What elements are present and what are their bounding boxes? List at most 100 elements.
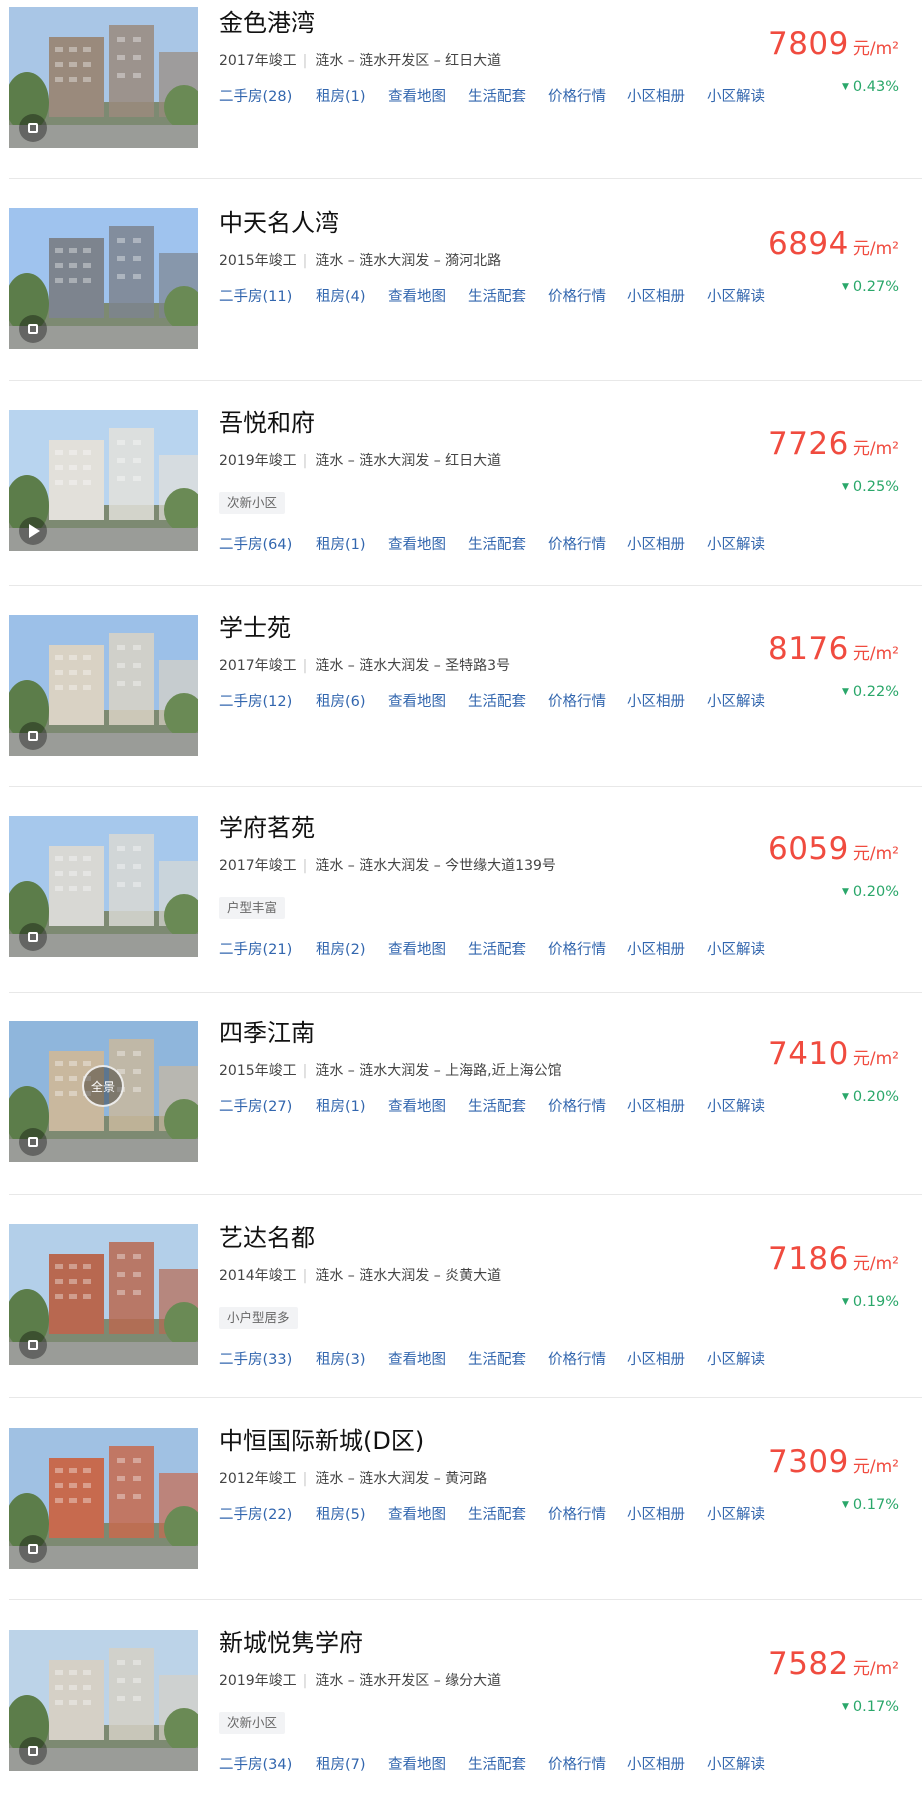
map-link[interactable]: 查看地图 <box>388 285 446 306</box>
album-link[interactable]: 小区相册 <box>627 1095 685 1116</box>
item-divider <box>9 1194 922 1195</box>
album-link[interactable]: 小区相册 <box>627 533 685 554</box>
album-link[interactable]: 小区相册 <box>627 85 685 106</box>
price-unit: 元/m² <box>852 844 899 864</box>
album-square <box>28 1137 38 1147</box>
amenities-link[interactable]: 生活配套 <box>468 1095 526 1116</box>
community-photo[interactable] <box>9 208 198 349</box>
rental-link[interactable]: 租房(5) <box>316 1503 366 1524</box>
resale-link[interactable]: 二手房(34) <box>219 1753 292 1774</box>
community-name[interactable]: 中天名人湾 <box>219 203 339 238</box>
analysis-link[interactable]: 小区解读 <box>707 1503 765 1524</box>
album-link[interactable]: 小区相册 <box>627 1503 685 1524</box>
community-name[interactable]: 艺达名都 <box>219 1218 315 1253</box>
panorama-label: 全景 <box>90 1079 115 1094</box>
amenities-link[interactable]: 生活配套 <box>468 1503 526 1524</box>
amenities-link[interactable]: 生活配套 <box>468 1348 526 1369</box>
amenities-link[interactable]: 生活配套 <box>468 938 526 959</box>
analysis-link[interactable]: 小区解读 <box>707 1095 765 1116</box>
album-icon <box>19 114 47 142</box>
rental-link[interactable]: 租房(3) <box>316 1348 366 1369</box>
price-trend-link[interactable]: 价格行情 <box>548 1753 606 1774</box>
price-trend-link[interactable]: 价格行情 <box>548 1095 606 1116</box>
community-photo[interactable] <box>9 1428 198 1569</box>
map-link[interactable]: 查看地图 <box>388 1753 446 1774</box>
amenities-link[interactable]: 生活配套 <box>468 85 526 106</box>
album-link[interactable]: 小区相册 <box>627 1348 685 1369</box>
rental-link[interactable]: 租房(7) <box>316 1753 366 1774</box>
amenities-link[interactable]: 生活配套 <box>468 690 526 711</box>
listing-item: 中天名人湾 2015年竣工 | 涟水 – 涟水大润发 – 漪河北路 二手房(11) 租房(… <box>0 200 922 390</box>
analysis-link[interactable]: 小区解读 <box>707 1753 765 1774</box>
map-link[interactable]: 查看地图 <box>388 533 446 554</box>
rental-link[interactable]: 租房(1) <box>316 85 366 106</box>
analysis-link[interactable]: 小区解读 <box>707 85 765 106</box>
price-trend-link[interactable]: 价格行情 <box>548 1348 606 1369</box>
map-link[interactable]: 查看地图 <box>388 938 446 959</box>
resale-link[interactable]: 二手房(64) <box>219 533 292 554</box>
community-photo[interactable] <box>9 1224 198 1365</box>
amenities-link[interactable]: 生活配套 <box>468 285 526 306</box>
price-unit: 元/m² <box>852 1457 899 1477</box>
community-meta: 2017年竣工 | 涟水 – 涟水开发区 – 红日大道 <box>219 50 501 70</box>
location: 涟水 – 涟水开发区 – 缘分大道 <box>315 1673 502 1689</box>
map-link[interactable]: 查看地图 <box>388 1348 446 1369</box>
album-icon <box>19 315 47 343</box>
rental-link[interactable]: 租房(1) <box>316 1095 366 1116</box>
price-change-value: 0.22% <box>852 684 899 700</box>
community-photo[interactable]: 全景 <box>9 1021 198 1162</box>
community-photo[interactable] <box>9 7 198 148</box>
rental-link[interactable]: 租房(1) <box>316 533 366 554</box>
community-name[interactable]: 学士苑 <box>219 608 291 643</box>
build-year: 2017年竣工 <box>219 658 297 674</box>
price-trend-link[interactable]: 价格行情 <box>548 690 606 711</box>
price-trend-link[interactable]: 价格行情 <box>548 533 606 554</box>
community-photo[interactable] <box>9 615 198 756</box>
map-link[interactable]: 查看地图 <box>388 1503 446 1524</box>
resale-link[interactable]: 二手房(33) <box>219 1348 292 1369</box>
feature-tag: 次新小区 <box>219 1712 286 1734</box>
community-name[interactable]: 学府茗苑 <box>219 808 315 843</box>
analysis-link[interactable]: 小区解读 <box>707 285 765 306</box>
price-per-sqm: 7410 元/m² <box>768 1036 899 1072</box>
resale-link[interactable]: 二手房(22) <box>219 1503 292 1524</box>
analysis-link[interactable]: 小区解读 <box>707 938 765 959</box>
resale-link[interactable]: 二手房(21) <box>219 938 292 959</box>
community-photo[interactable] <box>9 1630 198 1771</box>
resale-link[interactable]: 二手房(12) <box>219 690 292 711</box>
community-name[interactable]: 新城悦隽学府 <box>219 1623 363 1658</box>
rental-link[interactable]: 租房(4) <box>316 285 366 306</box>
analysis-link[interactable]: 小区解读 <box>707 533 765 554</box>
item-divider <box>9 992 922 993</box>
rental-link[interactable]: 租房(2) <box>316 938 366 959</box>
price-trend-link[interactable]: 价格行情 <box>548 1503 606 1524</box>
album-link[interactable]: 小区相册 <box>627 285 685 306</box>
price-trend-link[interactable]: 价格行情 <box>548 85 606 106</box>
community-name[interactable]: 吾悦和府 <box>219 403 315 438</box>
amenities-link[interactable]: 生活配套 <box>468 1753 526 1774</box>
album-link[interactable]: 小区相册 <box>627 690 685 711</box>
community-name[interactable]: 金色港湾 <box>219 3 315 38</box>
map-link[interactable]: 查看地图 <box>388 1095 446 1116</box>
rental-link[interactable]: 租房(6) <box>316 690 366 711</box>
album-link[interactable]: 小区相册 <box>627 938 685 959</box>
location: 涟水 – 涟水开发区 – 红日大道 <box>315 53 502 69</box>
price-unit: 元/m² <box>852 239 899 259</box>
community-photo[interactable] <box>9 410 198 551</box>
price-change-value: 0.43% <box>852 79 899 95</box>
resale-link[interactable]: 二手房(28) <box>219 85 292 106</box>
map-link[interactable]: 查看地图 <box>388 85 446 106</box>
community-name[interactable]: 四季江南 <box>219 1013 315 1048</box>
meta-separator: | <box>302 453 308 469</box>
community-name[interactable]: 中恒国际新城(D区) <box>219 1421 424 1456</box>
map-link[interactable]: 查看地图 <box>388 690 446 711</box>
community-photo[interactable] <box>9 816 198 957</box>
resale-link[interactable]: 二手房(27) <box>219 1095 292 1116</box>
price-trend-link[interactable]: 价格行情 <box>548 938 606 959</box>
price-trend-link[interactable]: 价格行情 <box>548 285 606 306</box>
analysis-link[interactable]: 小区解读 <box>707 690 765 711</box>
analysis-link[interactable]: 小区解读 <box>707 1348 765 1369</box>
resale-link[interactable]: 二手房(11) <box>219 285 292 306</box>
amenities-link[interactable]: 生活配套 <box>468 533 526 554</box>
album-link[interactable]: 小区相册 <box>627 1753 685 1774</box>
